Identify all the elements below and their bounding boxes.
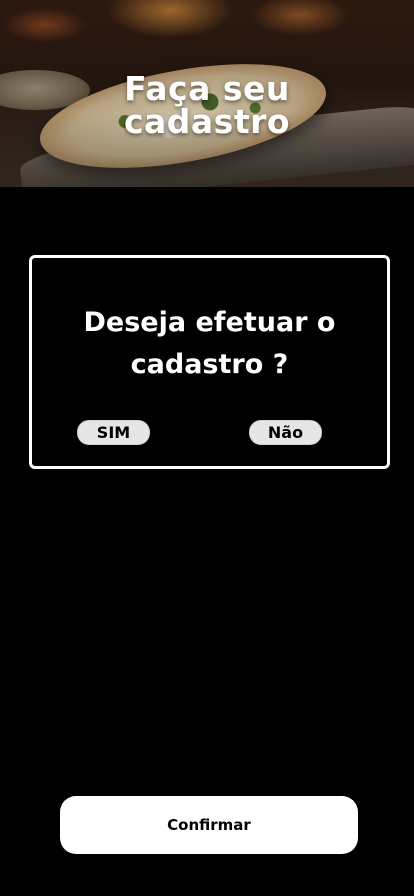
dialog-question: Deseja efetuar o cadastro ?: [32, 302, 387, 386]
page-title: Faça seu cadastro: [0, 72, 414, 138]
signup-screen: Faça seu cadastro Deseja efetuar o cadas…: [0, 0, 414, 896]
page-title-line-1: Faça seu: [124, 69, 290, 108]
dialog-question-line-1: Deseja efetuar o: [83, 307, 336, 338]
confirm-button[interactable]: Confirmar: [60, 796, 358, 854]
yes-button[interactable]: SIM: [77, 420, 150, 445]
hero-banner: Faça seu cadastro: [0, 0, 414, 187]
page-title-line-2: cadastro: [123, 102, 291, 141]
dialog-question-line-2: cadastro ?: [130, 349, 289, 380]
confirm-signup-dialog: Deseja efetuar o cadastro ? SIM Não: [29, 255, 390, 469]
no-button[interactable]: Não: [249, 420, 322, 445]
